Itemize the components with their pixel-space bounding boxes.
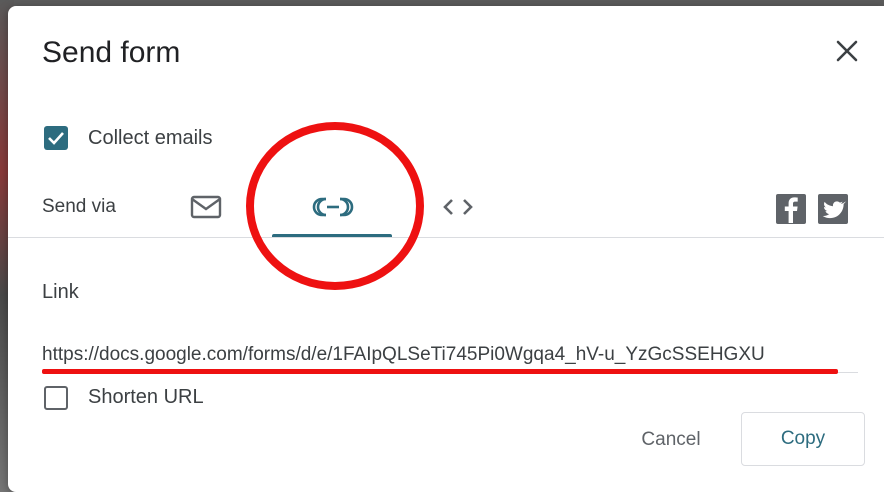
send-via-label: Send via — [42, 196, 116, 217]
annotation-underline — [42, 369, 838, 374]
share-facebook-button[interactable] — [776, 194, 806, 224]
shorten-url-checkbox[interactable] — [44, 386, 68, 410]
tab-link[interactable] — [298, 191, 368, 223]
tabs-divider — [8, 237, 884, 238]
tab-email[interactable] — [186, 191, 226, 223]
close-icon — [836, 40, 858, 62]
collect-emails-label: Collect emails — [88, 127, 213, 149]
code-icon — [443, 199, 473, 215]
shorten-url-label: Shorten URL — [88, 386, 204, 408]
send-form-dialog: Send form Collect emails Send via Link h… — [8, 6, 884, 492]
collect-emails-checkbox[interactable] — [44, 126, 68, 150]
check-icon — [48, 132, 64, 145]
link-url-field[interactable] — [42, 340, 858, 370]
facebook-icon — [784, 197, 798, 223]
share-twitter-button[interactable] — [818, 194, 848, 224]
copy-button[interactable]: Copy — [741, 412, 865, 466]
cancel-button[interactable]: Cancel — [616, 418, 726, 462]
mail-icon — [190, 195, 222, 219]
dialog-title: Send form — [42, 36, 181, 69]
twitter-icon — [822, 201, 846, 219]
close-button[interactable] — [830, 34, 864, 68]
link-heading: Link — [42, 281, 79, 303]
tab-embed[interactable] — [438, 191, 478, 223]
link-icon — [312, 197, 354, 217]
